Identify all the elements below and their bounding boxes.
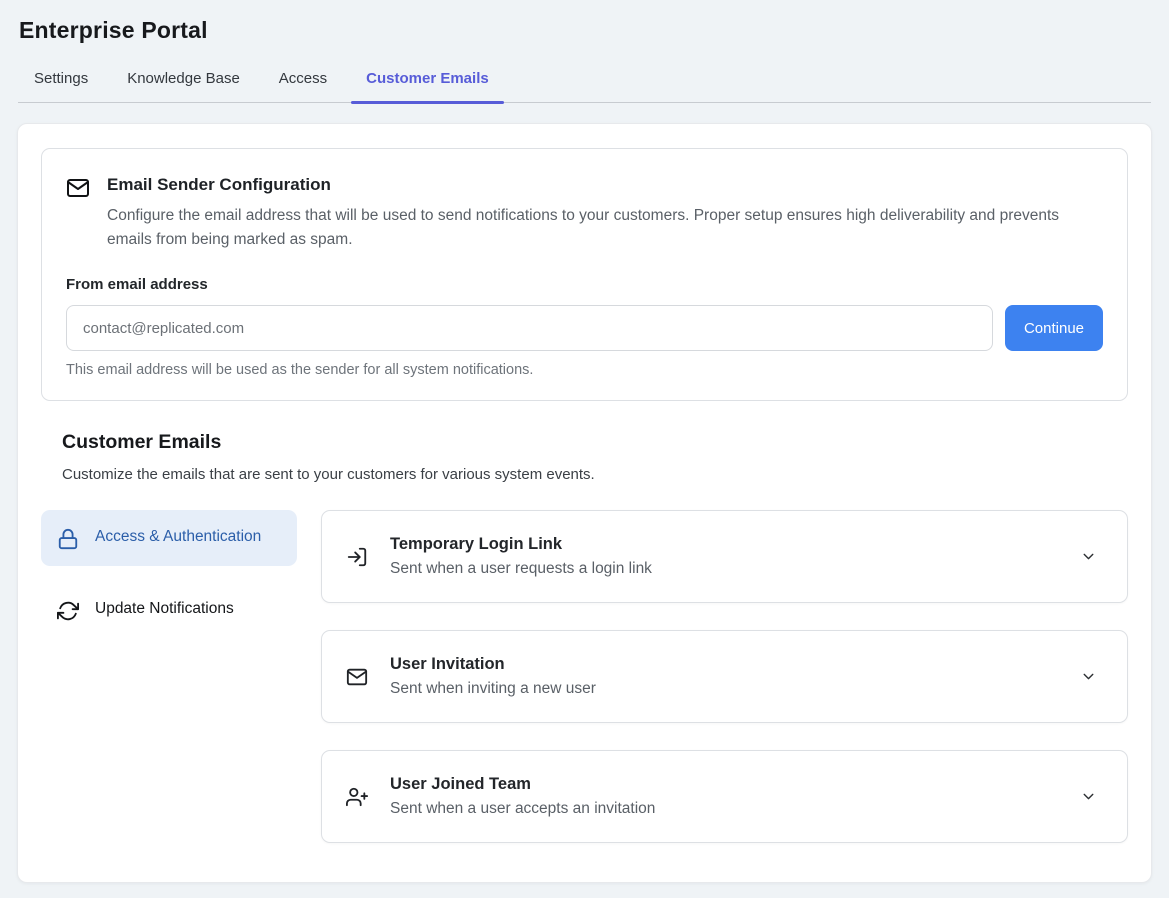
category-update-notifications[interactable]: Update Notifications	[41, 586, 297, 634]
template-title: Temporary Login Link	[390, 535, 1058, 554]
chevron-down-icon[interactable]	[1080, 548, 1097, 565]
chevron-down-icon[interactable]	[1080, 788, 1097, 805]
template-subtitle: Sent when inviting a new user	[390, 680, 1058, 698]
user-plus-icon	[346, 786, 368, 808]
from-email-input[interactable]	[66, 305, 993, 351]
page-title: Enterprise Portal	[19, 17, 1150, 44]
sender-config-title: Email Sender Configuration	[107, 175, 1087, 195]
template-temporary-login-link[interactable]: Temporary Login Link Sent when a user re…	[321, 510, 1128, 603]
refresh-icon	[57, 600, 79, 622]
from-email-label: From email address	[66, 276, 1103, 293]
sender-config-description: Configure the email address that will be…	[107, 204, 1087, 252]
category-label: Update Notifications	[95, 598, 234, 620]
email-sender-configuration-card: Email Sender Configuration Configure the…	[41, 148, 1128, 401]
tab-access[interactable]: Access	[264, 66, 342, 102]
mail-icon	[66, 176, 90, 252]
tab-customer-emails[interactable]: Customer Emails	[351, 66, 504, 102]
customer-emails-section: Customer Emails Customize the emails tha…	[41, 431, 1128, 843]
category-label: Access & Authentication	[95, 526, 261, 548]
category-access-authentication[interactable]: Access & Authentication	[41, 510, 297, 566]
template-user-invitation[interactable]: User Invitation Sent when inviting a new…	[321, 630, 1128, 723]
template-subtitle: Sent when a user accepts an invitation	[390, 800, 1058, 818]
email-template-list: Temporary Login Link Sent when a user re…	[321, 510, 1128, 843]
login-icon	[346, 546, 368, 568]
main-panel: Email Sender Configuration Configure the…	[17, 123, 1152, 883]
sender-helper-text: This email address will be used as the s…	[66, 362, 1103, 378]
template-title: User Invitation	[390, 655, 1058, 674]
template-title: User Joined Team	[390, 775, 1058, 794]
page-header: Enterprise Portal	[0, 0, 1169, 44]
chevron-down-icon[interactable]	[1080, 668, 1097, 685]
customer-emails-description: Customize the emails that are sent to yo…	[62, 466, 1128, 483]
tab-knowledge-base[interactable]: Knowledge Base	[112, 66, 255, 102]
continue-button[interactable]: Continue	[1005, 305, 1103, 351]
tab-settings[interactable]: Settings	[19, 66, 103, 102]
template-user-joined-team[interactable]: User Joined Team Sent when a user accept…	[321, 750, 1128, 843]
customer-emails-title: Customer Emails	[62, 431, 1128, 454]
mail-icon	[346, 666, 368, 688]
template-subtitle: Sent when a user requests a login link	[390, 560, 1058, 578]
tab-bar: Settings Knowledge Base Access Customer …	[18, 66, 1151, 103]
lock-icon	[57, 528, 79, 550]
email-category-list: Access & Authentication Update Notificat…	[41, 510, 297, 843]
